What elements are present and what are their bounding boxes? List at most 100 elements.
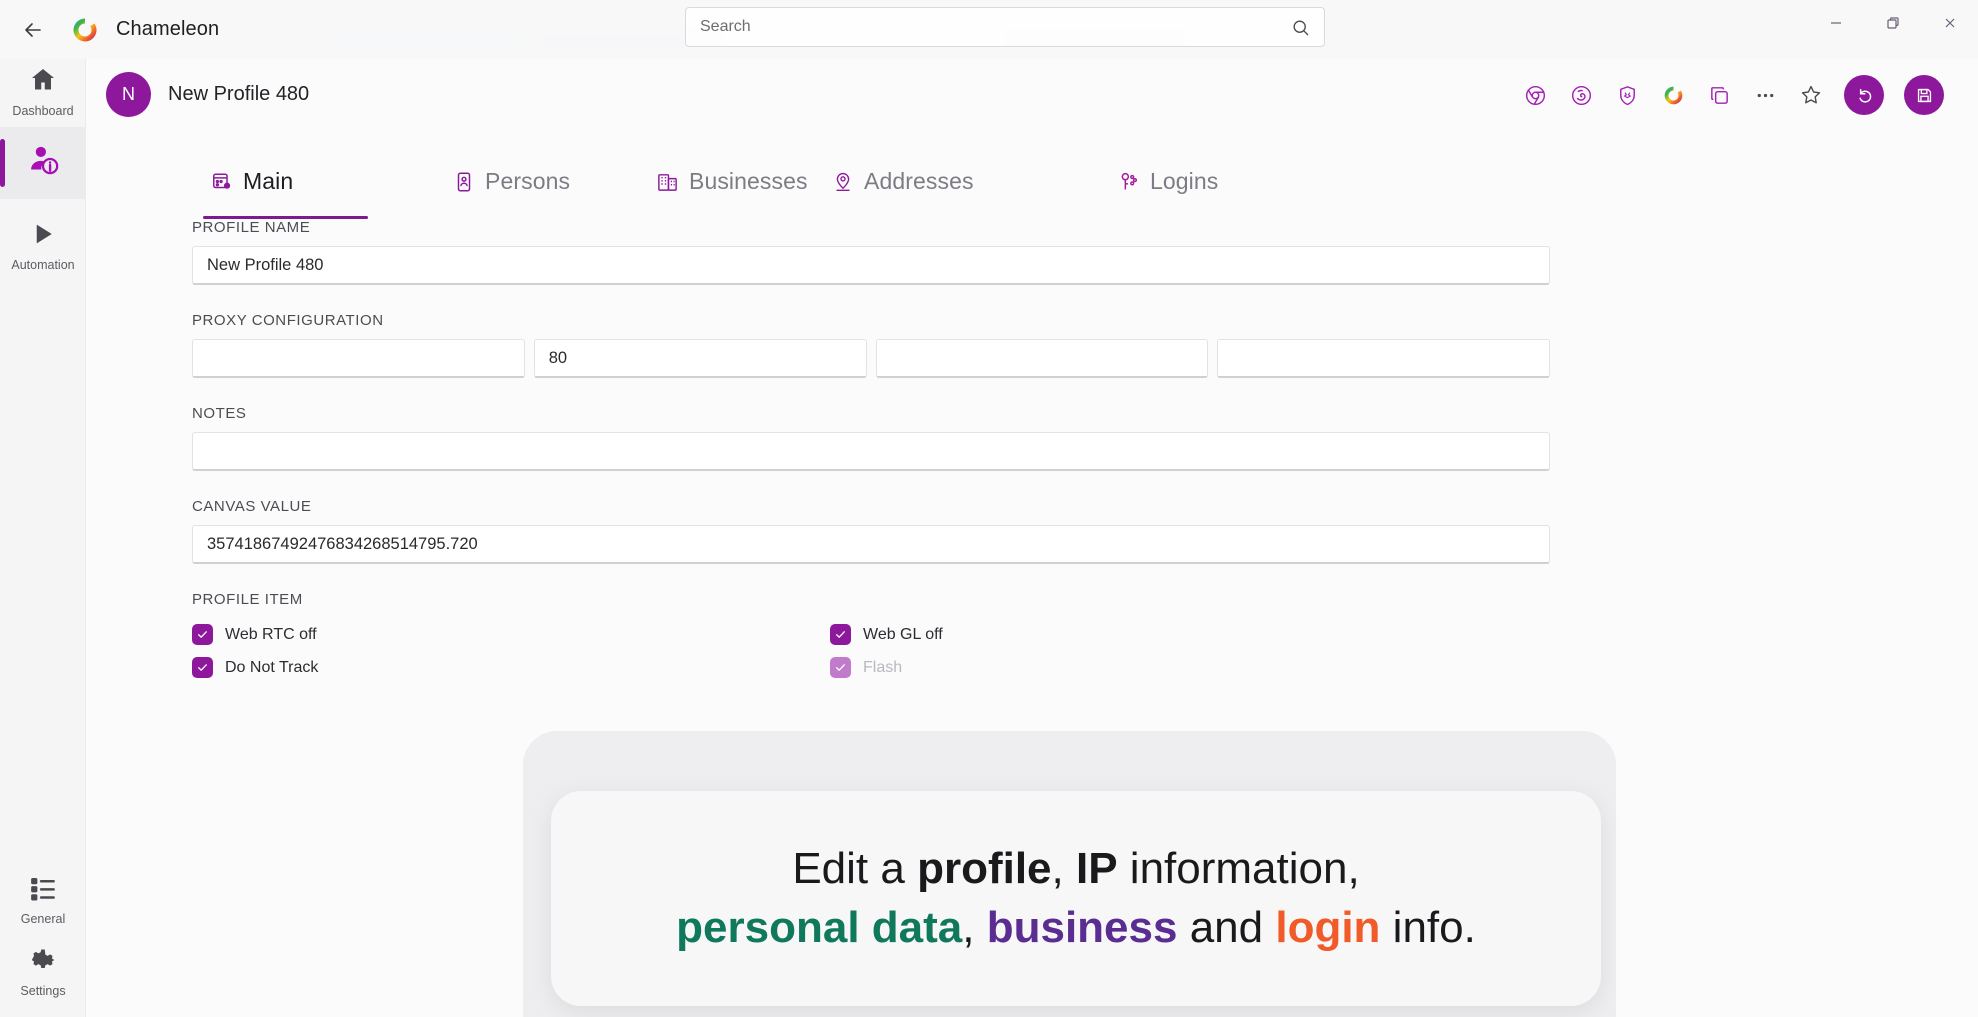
canvas-value: 35741867492476834268514795.720: [207, 534, 478, 553]
field-group-profile-name: PROFILE NAME New Profile 480: [192, 219, 1550, 285]
profile-item-label: PROFILE ITEM: [192, 591, 303, 608]
check-icon: [830, 657, 851, 678]
list-icon: [28, 873, 58, 908]
overlay-text-1a: Edit a: [792, 844, 918, 894]
canvas-input[interactable]: 35741867492476834268514795.720: [192, 525, 1550, 564]
page-title: New Profile 480: [168, 83, 310, 105]
main-content: N New Profile 480 Main Persons Businesse…: [86, 47, 1978, 1017]
proxy-port-value: 80: [548, 348, 568, 367]
field-group-canvas: CANVAS VALUE 35741867492476834268514795.…: [192, 498, 1550, 564]
sidebar-bottom-group: General Settings: [0, 863, 86, 1007]
duplicate-icon[interactable]: [1706, 82, 1732, 108]
more-icon[interactable]: [1752, 82, 1778, 108]
restore-icon[interactable]: [1864, 0, 1921, 45]
checkbox-web-gl-off-label: Web GL off: [863, 625, 943, 643]
tab-addresses[interactable]: Addresses: [832, 168, 974, 207]
overlay-line-1: Edit a profile, IP information,: [792, 840, 1359, 898]
tab-addresses-label: Addresses: [864, 168, 974, 194]
tab-businesses-label: Businesses: [689, 168, 808, 194]
profile-form: PROFILE NAME New Profile 480 PROXY CONFI…: [192, 219, 1550, 711]
star-icon[interactable]: [1798, 82, 1824, 108]
home-icon: [28, 65, 58, 100]
sidebar-item-general[interactable]: General: [0, 863, 86, 935]
tab-logins[interactable]: Logins: [1118, 168, 1218, 207]
overlay-line-2: personal data, business and login info.: [676, 899, 1476, 957]
profile-name-input[interactable]: New Profile 480: [192, 246, 1550, 285]
checkbox-flash-label: Flash: [863, 658, 903, 676]
sidebar-item-general-label: General: [20, 911, 66, 926]
overlay-text-1e: information,: [1117, 844, 1360, 894]
checkbox-web-rtc-off[interactable]: Web RTC off: [192, 618, 830, 651]
application-window: Chameleon Search Dashboard Automation Ge…: [0, 0, 1978, 1017]
checkbox-column-left: Web RTC off Do Not Track: [192, 618, 830, 684]
overlay-text-business: business: [986, 902, 1178, 952]
sidebar-item-settings-label: Settings: [20, 983, 66, 998]
close-icon[interactable]: [1921, 0, 1978, 45]
checkbox-do-not-track-label: Do Not Track: [225, 658, 319, 676]
proxy-host-input[interactable]: [192, 339, 525, 378]
overlay-text-2d: and: [1177, 902, 1276, 952]
tab-main[interactable]: Main: [203, 168, 368, 219]
field-group-notes: NOTES: [192, 405, 1550, 471]
tab-logins-label: Logins: [1150, 168, 1219, 194]
left-sidebar: Dashboard Automation General Settings: [0, 47, 86, 1017]
checkbox-flash[interactable]: Flash: [830, 651, 1468, 684]
check-icon: [192, 624, 213, 645]
building-icon: [656, 170, 679, 193]
tab-persons-label: Persons: [485, 168, 571, 194]
tab-main-label: Main: [243, 168, 294, 194]
proxy-port-input[interactable]: 80: [533, 339, 867, 378]
search-placeholder: Search: [700, 18, 751, 35]
chameleon-browser-icon[interactable]: [1660, 82, 1686, 108]
profile-header: N New Profile 480: [106, 72, 309, 117]
tab-bar: Main Persons Businesses Addresses Logins: [86, 131, 1978, 219]
sidebar-item-automation-label: Automation: [11, 257, 75, 272]
proxy-row: 80: [192, 339, 1550, 378]
overlay-text-profile: profile: [917, 844, 1052, 894]
search-input[interactable]: Search: [685, 7, 1325, 47]
title-bar: Chameleon Search: [0, 0, 1978, 59]
overlay-text-1c: ,: [1051, 844, 1076, 894]
checkbox-web-gl-off[interactable]: Web GL off: [830, 618, 1468, 651]
field-group-profile-item: PROFILE ITEM Web RTC off Do Not Track We…: [192, 591, 1550, 684]
person-card-icon: [453, 171, 475, 193]
sidebar-item-dashboard[interactable]: Dashboard: [0, 55, 86, 127]
play-icon: [28, 219, 58, 254]
proxy-password-input[interactable]: [1217, 339, 1550, 378]
check-icon: [830, 624, 851, 645]
avatar: N: [106, 72, 151, 117]
profile-toolbar: [1522, 75, 1944, 115]
field-group-proxy: PROXY CONFIGURATION 80: [192, 312, 1550, 378]
save-icon[interactable]: [1904, 75, 1944, 115]
tab-persons[interactable]: Persons: [453, 168, 570, 207]
profile-item-checkboxes: Web RTC off Do Not Track Web GL off Flas…: [192, 618, 1550, 684]
overlay-text-2b: ,: [962, 902, 987, 952]
proxy-username-input[interactable]: [875, 339, 1209, 378]
overlay-text-personal-data: personal data: [676, 902, 963, 952]
sidebar-item-profile[interactable]: [0, 127, 86, 199]
checkbox-do-not-track[interactable]: Do Not Track: [192, 651, 830, 684]
map-pin-icon: [832, 171, 854, 193]
profile-name-value: New Profile 480: [207, 255, 324, 274]
minimize-icon[interactable]: [1807, 0, 1864, 45]
revert-icon[interactable]: [1844, 75, 1884, 115]
sidebar-item-dashboard-label: Dashboard: [12, 103, 74, 118]
checkbox-column-right: Web GL off Flash: [830, 618, 1468, 684]
notes-label: NOTES: [192, 405, 247, 422]
app-title: Chameleon: [116, 18, 220, 40]
chrome-icon[interactable]: [1522, 82, 1548, 108]
sidebar-item-automation[interactable]: Automation: [0, 209, 86, 281]
notes-input[interactable]: [192, 432, 1550, 471]
sidebar-item-settings[interactable]: Settings: [0, 935, 86, 1007]
window-controls: [1807, 0, 1978, 45]
key-icon: [1118, 171, 1140, 193]
profile-name-label: PROFILE NAME: [192, 219, 311, 236]
tab-businesses[interactable]: Businesses: [656, 168, 808, 207]
checkbox-web-rtc-off-label: Web RTC off: [225, 625, 317, 643]
brave-icon[interactable]: [1614, 82, 1640, 108]
firefox-icon[interactable]: [1568, 82, 1594, 108]
back-arrow-icon[interactable]: [10, 7, 56, 53]
overlay-text-2f: info.: [1380, 902, 1476, 952]
proxy-label: PROXY CONFIGURATION: [192, 312, 384, 329]
canvas-label: CANVAS VALUE: [192, 498, 312, 515]
